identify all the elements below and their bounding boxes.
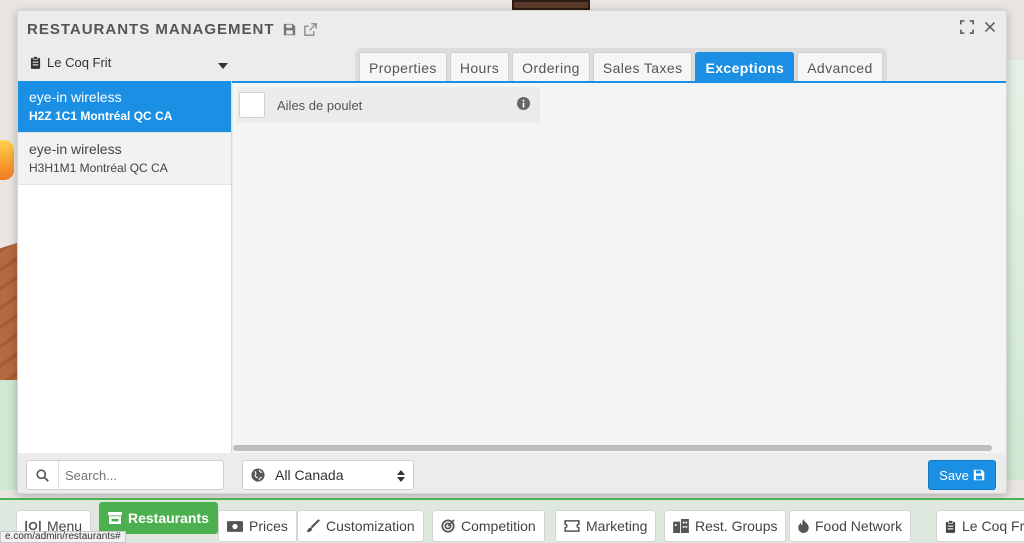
nav-food-network[interactable]: Food Network: [789, 510, 912, 542]
location-item[interactable]: eye-in wireless H3H1M1 Montréal QC CA: [18, 133, 231, 185]
location-item[interactable]: eye-in wireless H2Z 1C1 Montréal QC CA: [18, 81, 231, 133]
money-icon: [227, 520, 243, 532]
background-door: [512, 0, 590, 10]
location-name: eye-in wireless: [29, 89, 122, 105]
location-list: eye-in wireless H2Z 1C1 Montréal QC CA e…: [18, 81, 232, 453]
caret-down-icon: [218, 57, 228, 72]
floppy-icon: [973, 469, 985, 481]
nav-label: Restaurants: [128, 510, 209, 526]
clipboard-icon: [945, 519, 956, 533]
horizontal-scrollbar[interactable]: [233, 445, 992, 451]
nav-label: Rest. Groups: [695, 518, 778, 534]
nav-label: Marketing: [586, 518, 648, 534]
location-name: eye-in wireless: [29, 141, 122, 157]
select-arrows-icon: [397, 469, 405, 485]
background-flame: [0, 140, 14, 180]
tab-exceptions[interactable]: Exceptions: [695, 52, 795, 82]
fullscreen-icon[interactable]: [960, 20, 974, 34]
nav-competition[interactable]: Competition: [432, 510, 545, 542]
save-icon[interactable]: [283, 23, 296, 36]
header-controls: [960, 20, 996, 34]
restaurants-management-modal: RESTAURANTS MANAGEMENT Le Coq Frit Prope…: [17, 10, 1007, 494]
exception-checkbox[interactable]: [239, 92, 265, 118]
tab-properties[interactable]: Properties: [359, 52, 447, 82]
tab-sales-taxes[interactable]: Sales Taxes: [592, 52, 693, 82]
modal-header: RESTAURANTS MANAGEMENT: [18, 11, 1006, 47]
nav-label: Prices: [249, 518, 288, 534]
globe-icon: [251, 468, 265, 482]
close-icon[interactable]: [984, 20, 996, 34]
exception-row: Ailes de poulet: [237, 87, 540, 123]
nav-label: Food Network: [815, 518, 903, 534]
nav-label: Le Coq Frit: [962, 518, 1024, 534]
nav-marketing[interactable]: Marketing: [555, 510, 657, 542]
nav-rest-groups[interactable]: Rest. Groups: [664, 510, 787, 542]
restaurant-select-value: Le Coq Frit: [47, 54, 112, 70]
nav-restaurants[interactable]: Restaurants: [99, 502, 218, 534]
store-icon: [108, 512, 122, 524]
region-select[interactable]: All Canada: [242, 460, 414, 490]
info-icon[interactable]: [517, 97, 530, 113]
tab-bar: Properties Hours Ordering Sales Taxes Ex…: [355, 48, 887, 82]
save-button[interactable]: Save: [928, 460, 996, 490]
tab-hours[interactable]: Hours: [449, 52, 510, 82]
search-box: [26, 460, 224, 490]
location-address: H2Z 1C1 Montréal QC CA: [29, 109, 173, 123]
nav-customization[interactable]: Customization: [297, 510, 424, 542]
target-icon: [441, 519, 455, 533]
tab-ordering[interactable]: Ordering: [512, 52, 590, 82]
nav-current-restaurant[interactable]: Le Coq Frit: [936, 510, 1024, 542]
location-address: H3H1M1 Montréal QC CA: [29, 161, 168, 175]
search-input[interactable]: [65, 467, 215, 483]
building-icon: [673, 519, 689, 533]
exceptions-panel: Ailes de poulet: [233, 83, 1006, 453]
fire-icon: [798, 519, 809, 533]
exception-label: Ailes de poulet: [277, 97, 363, 113]
region-select-value: All Canada: [275, 467, 344, 483]
restaurant-select[interactable]: Le Coq Frit: [30, 51, 230, 73]
external-link-icon[interactable]: [303, 22, 317, 36]
bottom-navigation: Menu Restaurants Prices Customization Co…: [0, 498, 1024, 543]
brush-icon: [306, 519, 320, 533]
nav-label: Customization: [326, 518, 415, 534]
nav-prices[interactable]: Prices: [218, 510, 297, 542]
clipboard-icon: [30, 55, 41, 69]
tab-advanced[interactable]: Advanced: [797, 52, 883, 82]
status-bar-url: e.com/admin/restaurants#: [0, 531, 126, 543]
nav-label: Competition: [461, 518, 536, 534]
search-icon: [27, 461, 59, 489]
ticket-icon: [564, 520, 580, 532]
modal-title: RESTAURANTS MANAGEMENT: [27, 20, 275, 38]
save-button-label: Save: [939, 467, 969, 483]
